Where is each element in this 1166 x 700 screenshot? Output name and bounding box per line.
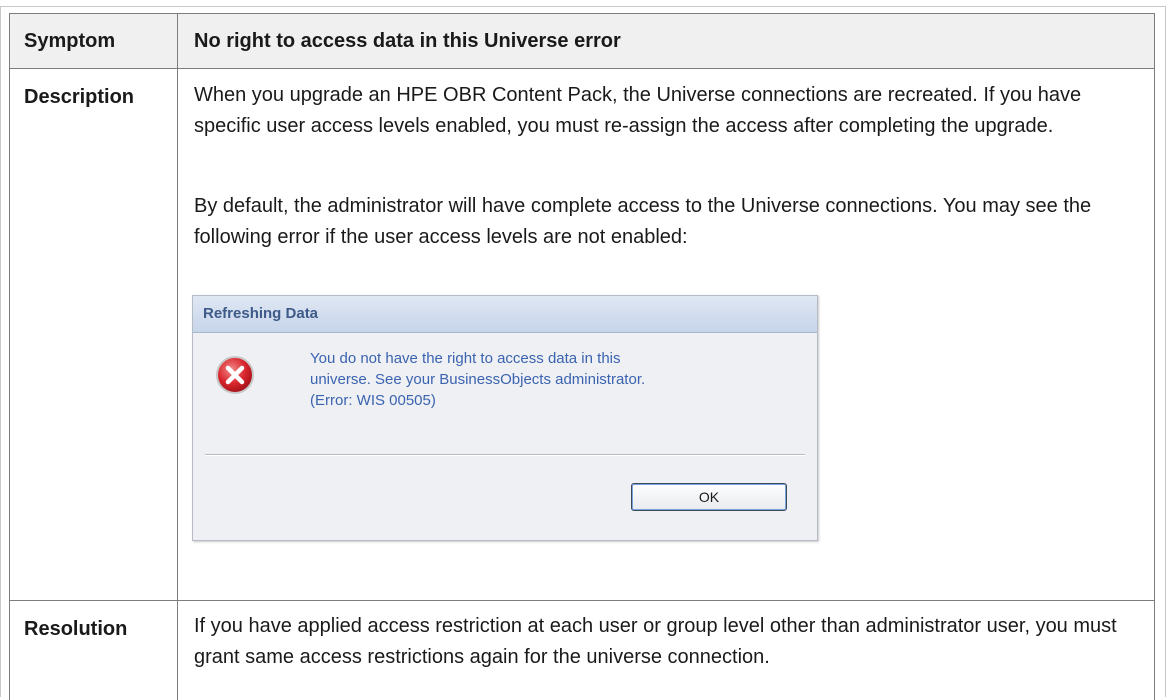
error-icon: [216, 356, 254, 394]
description-paragraph-1: When you upgrade an HPE OBR Content Pack…: [194, 84, 1082, 137]
column-divider: [177, 14, 178, 68]
dialog-message-line-1: You do not have the right to access data…: [310, 350, 621, 367]
symptom-label: Symptom: [24, 30, 116, 52]
description-row: Description When you upgrade an HPE OBR …: [9, 68, 1155, 601]
resolution-label: Resolution: [24, 618, 128, 640]
dialog-message-line-3: (Error: WIS 00505): [310, 392, 436, 409]
description-paragraph-2: By default, the administrator will have …: [194, 195, 1092, 248]
error-dialog-screenshot: Refreshing Data You do not have the righ…: [192, 295, 818, 541]
resolution-row: Resolution If you have applied access re…: [9, 600, 1155, 700]
column-divider: [177, 68, 178, 600]
symptom-row: Symptom No right to access data in this …: [9, 13, 1155, 69]
dialog-message: You do not have the right to access data…: [310, 348, 790, 411]
dialog-title: Refreshing Data: [193, 296, 817, 333]
column-divider: [177, 601, 178, 700]
symptom-title: No right to access data in this Universe…: [194, 30, 621, 52]
dialog-message-line-2: universe. See your BusinessObjects admin…: [310, 371, 646, 388]
resolution-text: If you have applied access restriction a…: [194, 615, 1117, 668]
ok-button[interactable]: OK: [631, 483, 787, 511]
dialog-separator: [205, 454, 805, 456]
description-label: Description: [24, 86, 135, 108]
